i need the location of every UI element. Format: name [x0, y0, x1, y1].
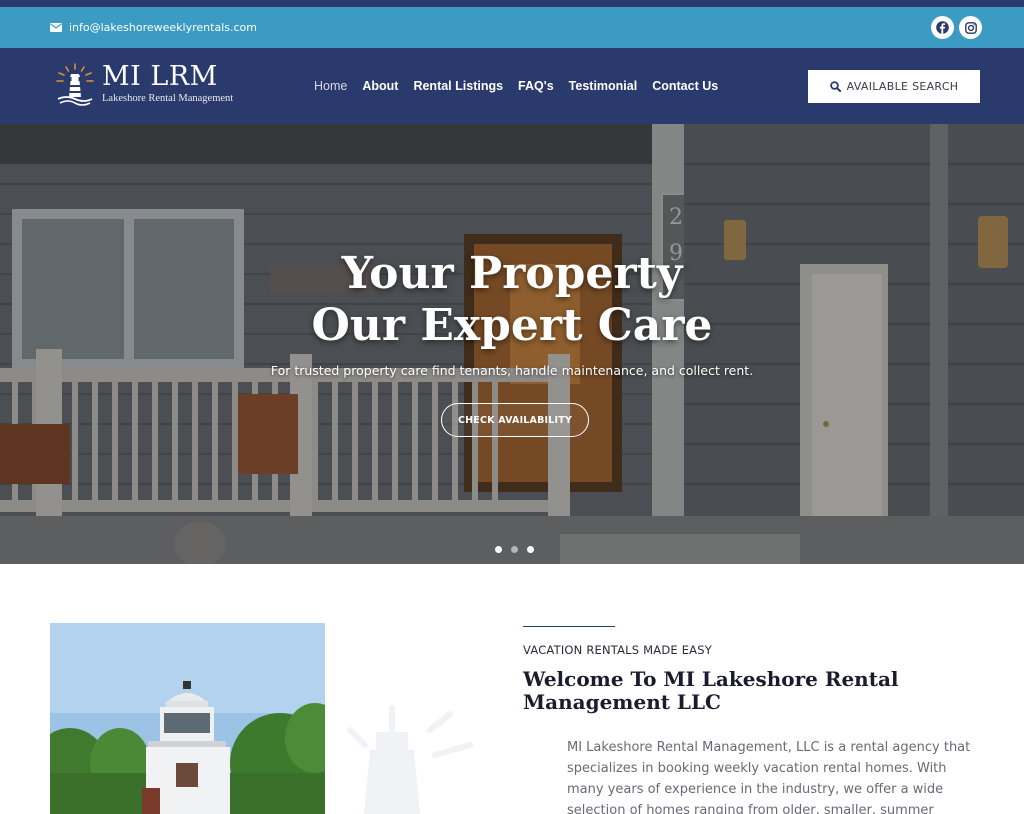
slider-dot-2[interactable]	[511, 546, 518, 553]
top-accent-strip	[0, 0, 1024, 7]
about-heading: Welcome To MI Lakeshore Rental Managemen…	[523, 667, 899, 714]
about-body: MI Lakeshore Rental Management, LLC is a…	[567, 740, 971, 814]
contact-email[interactable]: info@lakeshoreweeklyrentals.com	[50, 7, 257, 48]
hero-title-line-1: Your Property	[341, 248, 683, 299]
nav-contact-us[interactable]: Contact Us	[652, 79, 718, 93]
nav-testimonial[interactable]: Testimonial	[569, 79, 638, 93]
slider-dot-1[interactable]	[495, 546, 502, 553]
lighthouse-watermark-icon	[347, 705, 473, 814]
instagram-icon	[964, 21, 977, 34]
main-navbar: MI LRM Lakeshore Rental Management Home …	[0, 48, 1024, 124]
hero-title-line-2: Our Expert Care	[311, 300, 713, 351]
lighthouse-photo	[50, 623, 325, 814]
slider-dots	[495, 546, 534, 553]
logo-title: MI LRM	[102, 61, 218, 92]
hero-subtitle: For trusted property care find tenants, …	[270, 363, 754, 378]
site-logo[interactable]: MI LRM Lakeshore Rental Management	[54, 62, 233, 106]
social-links	[931, 16, 982, 39]
contact-email-text: info@lakeshoreweeklyrentals.com	[69, 21, 257, 34]
check-availability-button[interactable]: CHECK AVAILABILITY	[441, 403, 589, 437]
logo-subtitle: Lakeshore Rental Management	[102, 93, 234, 104]
nav-rental-listings[interactable]: Rental Listings	[413, 79, 503, 93]
slider-dot-3[interactable]	[527, 546, 534, 553]
facebook-button[interactable]	[931, 16, 954, 39]
instagram-button[interactable]	[959, 16, 982, 39]
section-divider	[523, 626, 615, 627]
primary-nav: Home About Rental Listings FAQ's Testimo…	[314, 48, 718, 124]
facebook-icon	[936, 21, 949, 34]
lighthouse-icon	[56, 63, 94, 106]
about-eyebrow: VACATION RENTALS MADE EASY	[523, 643, 712, 657]
available-search-button[interactable]: AVAILABLE SEARCH	[808, 70, 980, 103]
contact-bar: info@lakeshoreweeklyrentals.com	[0, 7, 1024, 48]
hero-slider: 2 9 Your Property Our Expert Care For tr…	[0, 124, 1024, 564]
nav-home[interactable]: Home	[314, 79, 347, 93]
nav-faqs[interactable]: FAQ's	[518, 79, 554, 93]
available-search-label: AVAILABLE SEARCH	[846, 80, 959, 93]
envelope-icon	[50, 23, 62, 32]
nav-about[interactable]: About	[362, 79, 398, 93]
search-icon	[829, 81, 841, 92]
